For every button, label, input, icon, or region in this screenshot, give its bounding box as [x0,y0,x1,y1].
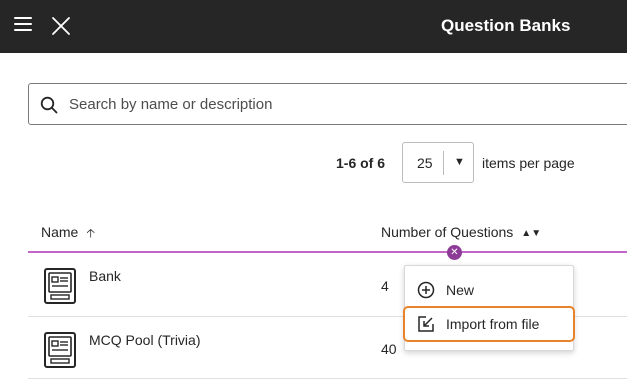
column-header-name-label: Name [41,224,79,240]
column-header-name[interactable]: Name 🡡 [41,224,95,245]
search-box[interactable] [28,83,627,125]
page-title: Question Banks [441,16,571,35]
menu-item-label: New [446,282,475,298]
items-per-page-label: items per page [482,155,575,171]
import-file-icon [418,316,434,332]
close-icon[interactable] [50,15,72,37]
items-per-page-select[interactable]: 25 ▼ [402,142,474,183]
column-header-count-label: Number of Questions [381,224,514,240]
question-bank-name[interactable]: MCQ Pool (Trivia) [89,332,201,348]
hamburger-menu-icon[interactable] [14,17,32,33]
menu-item-label: Import from file [446,316,540,332]
caret-down-icon: ▼ [454,156,465,168]
question-count: 4 [381,278,389,294]
results-count: 1-6 of 6 [336,155,386,171]
row-divider [28,378,627,379]
items-per-page-value: 25 [417,155,433,171]
question-bank-name[interactable]: Bank [89,268,121,284]
search-icon [40,96,58,114]
question-bank-icon [44,332,76,368]
plus-circle-icon [417,281,435,299]
column-header-number-of-questions[interactable]: Number of Questions ▲▼ [381,224,541,240]
sort-ascending-icon: 🡡 [86,226,95,240]
top-bar: Question Banks [0,0,627,53]
add-menu: New Import from file [403,265,575,351]
question-count: 40 [381,341,397,357]
menu-item-import-from-file[interactable]: Import from file [403,306,575,342]
select-divider [443,151,444,175]
sort-both-icon: ▲▼ [521,228,542,239]
question-bank-icon [44,268,76,304]
search-input[interactable] [69,84,627,124]
menu-item-new[interactable]: New [405,272,575,308]
